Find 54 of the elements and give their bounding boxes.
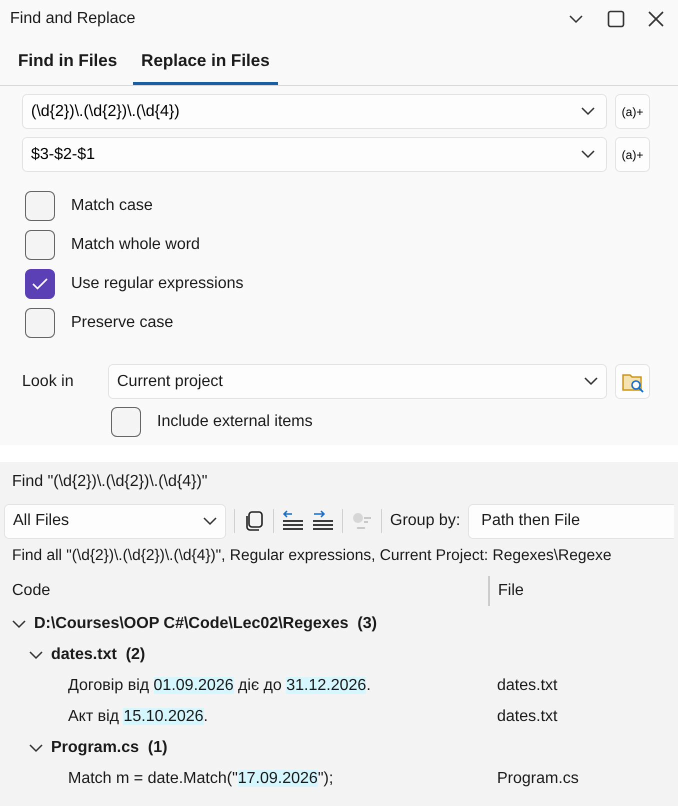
find-field[interactable]: (\d{2})\.(\d{2})\.(\d{4}) — [22, 94, 607, 129]
group-label: D:\Courses\OOP C#\Code\Lec02\Regexes (3) — [34, 614, 377, 634]
browse-folder-button[interactable] — [615, 364, 650, 399]
field-label: Look in — [22, 372, 75, 392]
checkbox[interactable] — [25, 268, 55, 298]
group-by-dropdown[interactable]: Path then File — [468, 504, 674, 538]
scope-dropdown[interactable]: All Files — [4, 504, 226, 538]
tree-group-row[interactable]: Program.cs (1) — [0, 732, 678, 763]
result-row[interactable]: Акт від 15.10.2026. dates.txt — [0, 701, 678, 732]
chevron-down-icon[interactable] — [29, 742, 43, 752]
chevron-down-icon — [581, 150, 595, 159]
chevron-down-icon[interactable] — [29, 650, 43, 660]
file-name: dates.txt — [497, 706, 558, 726]
replace-field[interactable]: $3-$2-$1 — [22, 137, 607, 172]
search-summary: Find all "(\d{2})\.(\d{2})\.(\d{4})", Regular expressions, Current Project: Regexes\Regexe — [11, 546, 612, 566]
checkbox-label: Match whole word — [71, 234, 200, 254]
checkbox[interactable] — [25, 308, 55, 338]
next-result-icon[interactable] — [312, 510, 334, 532]
chevron-down-icon — [203, 516, 217, 526]
column-header[interactable]: File — [490, 579, 524, 603]
code-line: Акт від 15.10.2026. — [68, 706, 209, 726]
tree-group-row[interactable]: dates.txt (2) — [0, 639, 678, 670]
previous-result-icon[interactable] — [282, 510, 304, 532]
checkbox[interactable] — [25, 190, 55, 220]
tab[interactable]: Find in Files — [10, 39, 126, 85]
column-header[interactable]: Code — [0, 576, 490, 606]
copy-icon[interactable] — [243, 510, 265, 532]
tree-group-row[interactable]: D:\Courses\OOP C#\Code\Lec02\Regexes (3) — [0, 608, 678, 639]
chevron-down-icon — [581, 107, 595, 116]
code-line: Договір від 01.09.2026 діє до 31.12.2026. — [68, 676, 372, 696]
chevron-down-icon[interactable] — [568, 14, 584, 24]
checkbox-label: Preserve case — [71, 312, 174, 332]
regex-builder-button[interactable]: (a)+ — [615, 137, 650, 172]
window-title: Find and Replace — [10, 9, 136, 29]
results-title: Find "(\d{2})\.(\d{2})\.(\d{4})" — [11, 472, 208, 492]
group-label: Program.cs (1) — [51, 738, 168, 758]
checkbox-label: Match case — [71, 196, 153, 216]
checkbox[interactable] — [25, 230, 55, 260]
group-label: dates.txt (2) — [51, 644, 146, 664]
result-row[interactable]: Договір від 01.09.2026 діє до 31.12.2026. dates.txt — [0, 670, 678, 701]
checkbox-label: Include external items — [157, 412, 313, 432]
look-in-dropdown[interactable]: Current project — [108, 364, 607, 399]
checkmark-icon — [32, 278, 48, 290]
tab[interactable]: Replace in Files — [133, 39, 278, 85]
chevron-down-icon — [584, 377, 598, 386]
checkbox-label: Use regular expressions — [71, 274, 244, 294]
group-by-label: Group by: — [390, 511, 460, 531]
checkbox[interactable] — [111, 407, 141, 437]
code-line: Match m = date.Match("17.09.2026"); — [68, 768, 334, 788]
chevron-down-icon[interactable] — [12, 618, 26, 628]
regex-builder-button[interactable]: (a)+ — [615, 94, 650, 129]
result-row[interactable]: Match m = date.Match("17.09.2026"); Program.cs — [0, 763, 678, 794]
file-name: dates.txt — [497, 676, 558, 696]
file-name: Program.cs — [497, 768, 579, 788]
